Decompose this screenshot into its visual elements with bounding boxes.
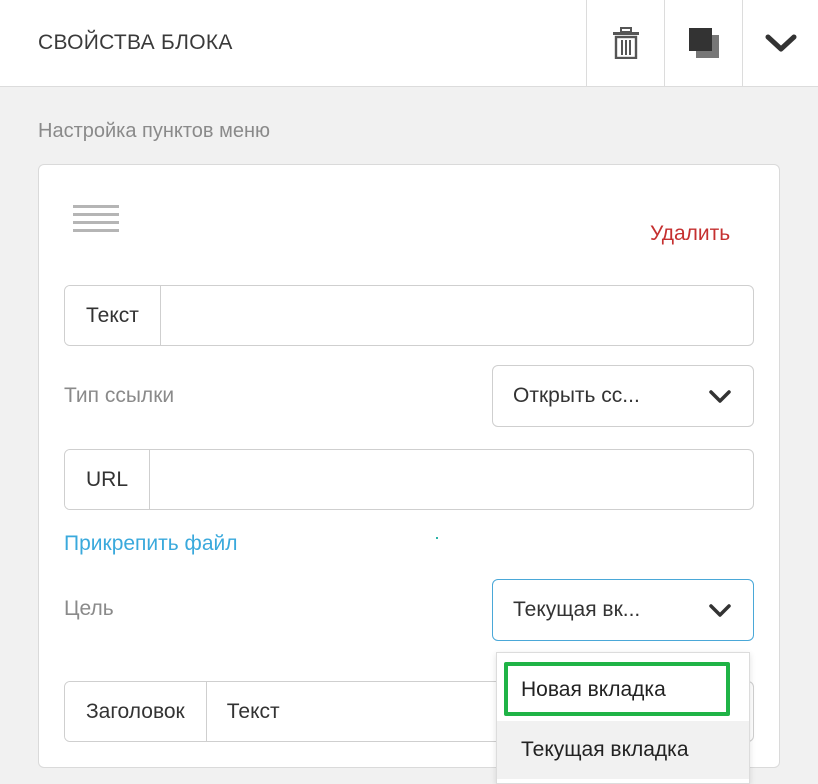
block-properties-header: СВОЙСТВА БЛОКА	[0, 0, 818, 87]
url-addon-label: URL	[65, 450, 151, 509]
duplicate-block-button[interactable]	[664, 0, 742, 86]
url-input[interactable]	[150, 450, 753, 509]
chevron-down-icon	[765, 34, 796, 52]
link-type-label: Тип ссылки	[64, 384, 175, 407]
text-addon-label: Текст	[65, 286, 161, 345]
panel-title: СВОЙСТВА БЛОКА	[38, 31, 233, 54]
delete-item-link[interactable]: Удалить	[650, 222, 730, 246]
text-input[interactable]	[160, 286, 753, 345]
chevron-down-icon	[707, 602, 733, 618]
link-type-select[interactable]: Открыть сс...	[492, 365, 754, 427]
chevron-down-icon	[707, 388, 733, 404]
text-input-group: Текст	[64, 285, 754, 346]
menu-items-settings-label: Настройка пунктов меню	[38, 120, 271, 142]
target-label: Цель	[64, 597, 114, 620]
title-addon-label: Заголовок	[65, 682, 207, 741]
target-value: Текущая вк...	[513, 598, 641, 621]
delete-block-button[interactable]	[586, 0, 664, 86]
target-select[interactable]: Текущая вк...	[492, 579, 754, 641]
stray-dot	[436, 537, 438, 539]
dropdown-option-current-tab[interactable]: Текущая вкладка	[497, 721, 749, 779]
target-dropdown-menu: Новая вкладка Текущая вкладка	[496, 652, 750, 784]
copy-icon	[688, 28, 719, 58]
url-input-group: URL	[64, 449, 754, 510]
dropdown-option-new-tab[interactable]: Новая вкладка	[497, 661, 749, 719]
trash-icon	[612, 27, 639, 59]
drag-handle-icon[interactable]	[73, 205, 119, 235]
attach-file-link[interactable]: Прикрепить файл	[64, 532, 238, 556]
link-type-value: Открыть сс...	[513, 384, 640, 407]
collapse-panel-button[interactable]	[742, 0, 818, 86]
